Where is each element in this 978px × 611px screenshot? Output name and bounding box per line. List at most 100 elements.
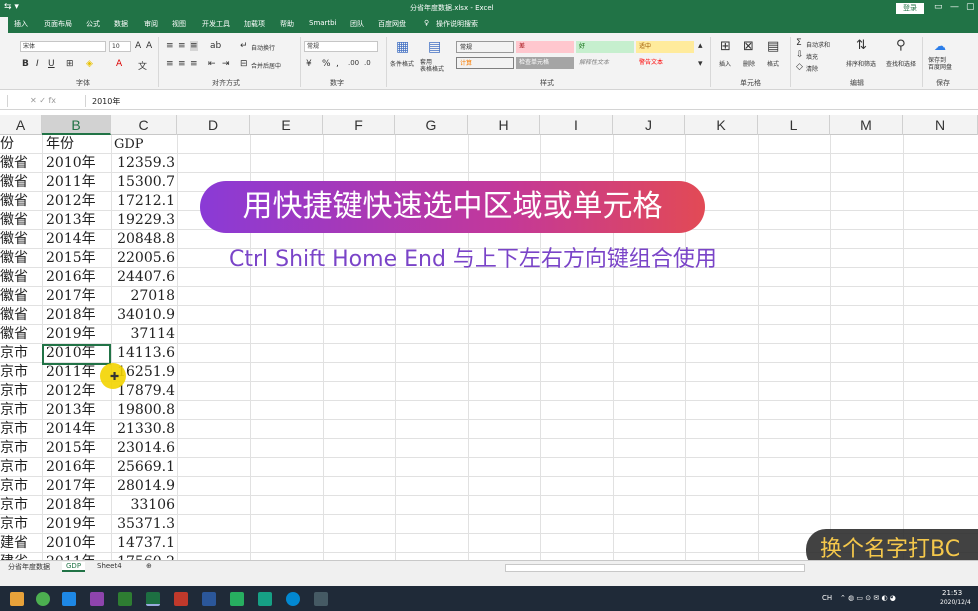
formula-icons[interactable]: ✕ ✓ fx [30, 96, 56, 105]
increase-indent-icon[interactable]: ⇥ [222, 59, 230, 69]
tab-help[interactable]: 帮助 [280, 19, 294, 29]
column-header-g[interactable]: G [395, 115, 468, 135]
underline-icon[interactable]: U [48, 59, 55, 69]
app-icon[interactable] [314, 592, 328, 606]
sheet-tab-province-data[interactable]: 分省年度数据 [8, 562, 50, 572]
cell-year[interactable]: 2019年 [46, 515, 110, 534]
cell-gdp[interactable]: 25669.1 [111, 458, 177, 477]
tab-baidu-pan[interactable]: 百度网盘 [378, 19, 406, 29]
cell-province[interactable]: 京市 [0, 439, 42, 458]
cell-year[interactable]: 2014年 [46, 230, 110, 249]
cell-province[interactable]: 京市 [0, 420, 42, 439]
cell-province[interactable]: 徽省 [0, 192, 42, 211]
align-center-icon[interactable]: ≡ [178, 59, 186, 69]
cell-gdp[interactable]: 27018 [111, 287, 177, 306]
column-header-l[interactable]: L [758, 115, 830, 135]
cell-year[interactable]: 2013年 [46, 401, 110, 420]
conditional-format-button[interactable]: 条件格式 [390, 59, 414, 68]
cell-province[interactable]: 京市 [0, 477, 42, 496]
bold-icon[interactable]: B [22, 59, 29, 69]
cell-year[interactable]: 2015年 [46, 439, 110, 458]
autosum-icon[interactable]: Σ [796, 38, 802, 48]
cell-gdp[interactable]: 12359.3 [111, 154, 177, 173]
fill-icon[interactable]: ⇩ [796, 50, 804, 60]
restore-icon[interactable]: ▢ [966, 2, 975, 12]
cell-gdp[interactable]: 14737.1 [111, 534, 177, 553]
insert-cells-icon[interactable]: ⊞ [720, 39, 731, 54]
column-header-b[interactable]: B [42, 115, 111, 135]
align-right-icon[interactable]: ≡ [190, 59, 198, 69]
styles-more-icon[interactable]: ▾ [698, 59, 703, 69]
cell-province[interactable]: 京市 [0, 363, 42, 382]
cell-year[interactable]: 2010年 [46, 154, 110, 173]
cell-province[interactable]: 徽省 [0, 249, 42, 268]
percent-icon[interactable]: % [322, 59, 331, 69]
style-neutral[interactable]: 适中 [636, 41, 694, 53]
tab-insert[interactable]: 插入 [14, 19, 28, 29]
currency-icon[interactable]: ¥ [306, 59, 312, 69]
column-header-i[interactable]: I [540, 115, 613, 135]
cell-province[interactable]: 建省 [0, 534, 42, 553]
tab-review[interactable]: 审阅 [144, 19, 158, 29]
column-header-c[interactable]: C [111, 115, 177, 135]
tab-view[interactable]: 视图 [172, 19, 186, 29]
shrink-font-icon[interactable]: A [146, 41, 152, 51]
cell-province[interactable]: 京市 [0, 458, 42, 477]
signin-button[interactable]: 登录 [896, 3, 924, 14]
minimize-icon[interactable]: — [950, 2, 959, 12]
align-bottom-icon[interactable]: ≡ [190, 41, 198, 51]
cell-year[interactable]: 年份 [46, 135, 110, 154]
file-explorer-icon[interactable] [10, 592, 24, 606]
cell-gdp[interactable]: 33106 [111, 496, 177, 515]
cell-gdp[interactable]: 23014.6 [111, 439, 177, 458]
font-color-icon[interactable]: A [116, 59, 122, 69]
cell-year[interactable]: 2015年 [46, 249, 110, 268]
cell-province[interactable]: 建省 [0, 553, 42, 560]
number-format-select[interactable]: 常规 [304, 41, 378, 52]
app-icon[interactable] [258, 592, 272, 606]
cell-year[interactable]: 2011年 [46, 173, 110, 192]
baidu-cloud-icon[interactable]: ☁ [934, 39, 946, 53]
style-explanatory[interactable]: 解释性文本 [576, 57, 634, 69]
cell-year[interactable]: 2014年 [46, 420, 110, 439]
cell-province[interactable]: 京市 [0, 344, 42, 363]
clock-time[interactable]: 21:53 [942, 589, 962, 597]
cell-gdp[interactable]: 20848.8 [111, 230, 177, 249]
sort-filter-icon[interactable]: ⇅ [856, 38, 867, 53]
cell-gdp[interactable]: 14113.6 [111, 344, 177, 363]
word-icon[interactable] [202, 592, 216, 606]
align-left-icon[interactable]: ≡ [166, 59, 174, 69]
styles-scroll-up-icon[interactable]: ▴ [698, 41, 703, 51]
tray-icons[interactable]: ⌃ ◍ ▭ ⊙ ✉ ◐ ◕ [840, 594, 896, 602]
border-icon[interactable]: ⊞ [66, 59, 74, 69]
cell-province[interactable]: 京市 [0, 515, 42, 534]
cell-province[interactable]: 徽省 [0, 306, 42, 325]
font-size-select[interactable]: 10 [109, 41, 131, 52]
column-header-j[interactable]: J [613, 115, 685, 135]
delete-cells-button[interactable]: 删除 [743, 59, 755, 68]
cell-gdp[interactable]: 15300.7 [111, 173, 177, 192]
formula-input[interactable]: 2010年 [92, 96, 120, 107]
find-select-button[interactable]: 查找和选择 [886, 59, 916, 68]
excel-icon[interactable] [146, 592, 160, 606]
cell-province[interactable]: 京市 [0, 401, 42, 420]
cell-gdp[interactable]: 21330.8 [111, 420, 177, 439]
column-header-k[interactable]: K [685, 115, 758, 135]
column-header-m[interactable]: M [830, 115, 903, 135]
tab-home[interactable] [0, 17, 8, 33]
app-icon[interactable] [118, 592, 132, 606]
merge-center-button[interactable]: 合并后居中 [251, 61, 281, 70]
cell-gdp[interactable]: 17212.1 [111, 192, 177, 211]
cell-gdp[interactable]: 17560.2 [111, 553, 177, 560]
orientation-icon[interactable]: ab [210, 41, 221, 51]
horizontal-scrollbar[interactable] [505, 564, 805, 572]
tell-me-search[interactable]: 操作说明搜索 [436, 19, 478, 29]
align-top-icon[interactable]: ≡ [166, 41, 174, 51]
wrap-text-button[interactable]: 自动换行 [251, 43, 275, 52]
sheet-tab-sheet4[interactable]: Sheet4 [97, 562, 122, 570]
app-icon[interactable] [62, 592, 76, 606]
cell-gdp[interactable]: 22005.6 [111, 249, 177, 268]
clock-date[interactable]: 2020/12/4 [940, 599, 971, 606]
clear-button[interactable]: 清除 [806, 64, 818, 73]
cell-province[interactable]: 徽省 [0, 211, 42, 230]
